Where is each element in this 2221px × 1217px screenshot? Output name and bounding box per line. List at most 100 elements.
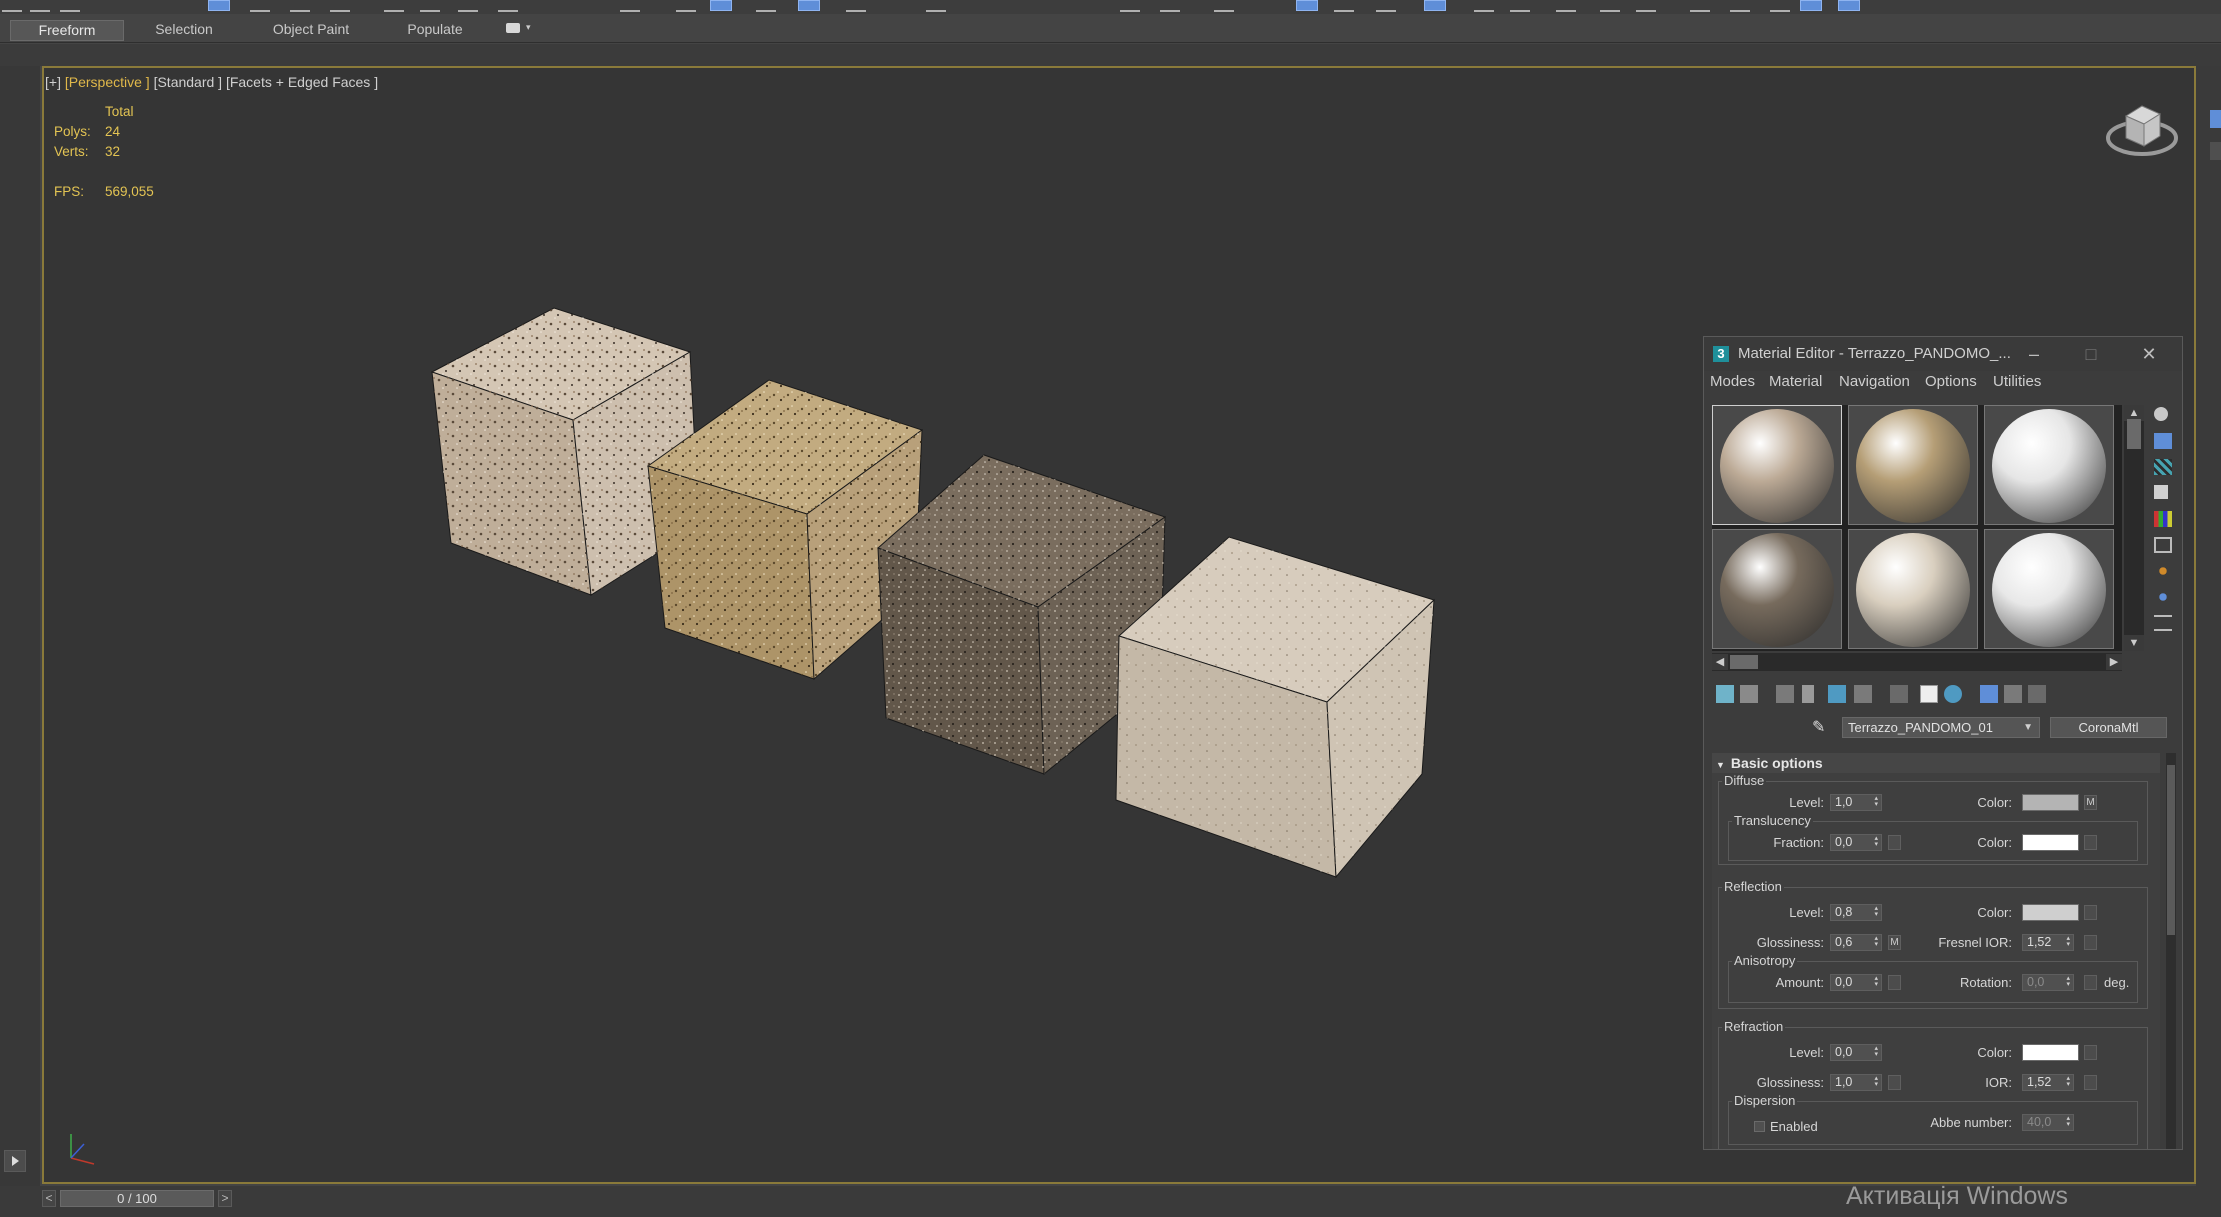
scroll-thumb-horizontal[interactable] — [1730, 655, 1758, 669]
menu-material[interactable]: Material — [1769, 373, 1822, 390]
material-type-button[interactable]: CoronaMtl — [2050, 717, 2167, 738]
background-icon[interactable] — [2154, 459, 2172, 475]
rotate-icon[interactable] — [420, 0, 440, 12]
refraction-ior-spinner[interactable]: 1,52 — [2022, 1074, 2074, 1091]
rollout-header[interactable]: ▼ Basic options — [1712, 753, 2160, 773]
video-color-check-icon[interactable] — [2154, 511, 2172, 527]
viewport-shading-label[interactable]: [Standard ] [Facets + Edged Faces ] — [154, 74, 379, 90]
translucency-fraction-spinner[interactable]: 0,0 — [1830, 834, 1882, 851]
refraction-glossiness-spinner[interactable]: 1,0 — [1830, 1074, 1882, 1091]
corona-render-icon[interactable] — [1556, 0, 1576, 12]
select-by-material-icon[interactable] — [2154, 589, 2172, 605]
assign-to-selection-icon[interactable] — [1776, 685, 1794, 703]
menu-utilities[interactable]: Utilities — [1993, 373, 2041, 390]
translucency-fraction-map-button[interactable] — [1888, 835, 1901, 850]
constraint-xy-icon[interactable] — [1800, 0, 1822, 11]
render-in-cloud-icon[interactable] — [1510, 0, 1530, 12]
sample-type-sphere-icon[interactable] — [2154, 407, 2168, 421]
get-material-icon[interactable] — [1716, 685, 1734, 703]
abbe-number-spinner[interactable]: 40,0 — [2022, 1114, 2074, 1131]
play-icon[interactable] — [4, 1150, 26, 1172]
show-shaded-material-icon[interactable] — [1944, 685, 1962, 703]
close-button[interactable]: ✕ — [2134, 341, 2164, 367]
align-icon[interactable] — [926, 0, 946, 12]
material-id-channel-icon[interactable] — [1920, 685, 1938, 703]
timeline-next-button[interactable]: > — [218, 1190, 232, 1207]
sample-uv-tiling-icon[interactable] — [2154, 485, 2168, 499]
refraction-level-spinner[interactable]: 0,0 — [1830, 1044, 1882, 1061]
diffuse-map-button[interactable]: M — [2084, 795, 2097, 810]
chevron-down-icon[interactable]: ▼ — [2023, 718, 2033, 737]
scale-icon[interactable] — [458, 0, 478, 12]
collapse-triangle-icon[interactable]: ▼ — [1716, 760, 1725, 770]
dispersion-enabled-checkbox[interactable] — [1754, 1121, 1765, 1132]
mirror-icon[interactable] — [846, 0, 866, 12]
viewport-menu-plus[interactable]: [+] — [45, 74, 61, 90]
toggle-scene-explorer-icon[interactable] — [1120, 0, 1140, 12]
fresnel-ior-map-button[interactable] — [2084, 935, 2097, 950]
minimize-button[interactable]: – — [2019, 341, 2049, 367]
eyedropper-icon[interactable]: ✎ — [1812, 717, 1830, 736]
percent-snap-icon[interactable] — [710, 0, 732, 11]
redo-icon[interactable] — [30, 0, 50, 12]
viewcube-icon[interactable] — [2104, 96, 2178, 166]
scroll-right-icon[interactable]: ▶ — [2106, 654, 2122, 670]
sample-slot-3[interactable] — [1984, 405, 2114, 525]
snap-icon[interactable] — [620, 0, 640, 12]
material-name-field[interactable]: Terrazzo_PANDOMO_01 ▼ — [1842, 717, 2040, 738]
select-by-name-icon[interactable] — [250, 0, 270, 12]
place-icon[interactable] — [498, 0, 518, 12]
tab-populate[interactable]: Populate — [394, 20, 476, 39]
diffuse-level-spinner[interactable]: 1,0 — [1830, 794, 1882, 811]
tab-selection[interactable]: Selection — [138, 20, 230, 39]
go-to-parent-icon[interactable] — [2004, 685, 2022, 703]
ribbon-options-icon[interactable] — [506, 23, 520, 33]
anisotropy-amount-spinner[interactable]: 0,0 — [1830, 974, 1882, 991]
window-crossing-icon[interactable] — [330, 0, 350, 12]
menu-navigation[interactable]: Navigation — [1839, 373, 1910, 390]
render-production-icon[interactable] — [1474, 0, 1494, 12]
make-preview-icon[interactable] — [2154, 537, 2172, 553]
curve-editor-icon[interactable] — [1214, 0, 1234, 12]
scroll-left-icon[interactable]: ◀ — [1712, 654, 1728, 670]
selection-region-icon[interactable] — [290, 0, 310, 12]
scroll-down-icon[interactable]: ▼ — [2124, 635, 2144, 651]
corona-framebuffer-icon[interactable] — [1636, 0, 1656, 12]
close-x-icon[interactable] — [1690, 0, 1710, 12]
sample-slot-4[interactable] — [1712, 529, 1842, 649]
tab-freeform[interactable]: Freeform — [10, 20, 124, 41]
material-editor-titlebar[interactable]: 3 Material Editor - Terrazzo_PANDOMO_...… — [1704, 337, 2182, 371]
put-to-library-icon[interactable] — [1890, 685, 1908, 703]
material-editor-icon[interactable] — [1334, 0, 1354, 12]
reflection-color-map-button[interactable] — [2084, 905, 2097, 920]
put-to-scene-icon[interactable] — [1740, 685, 1758, 703]
timeline-prev-button[interactable]: < — [42, 1190, 56, 1207]
sample-slot-2[interactable] — [1848, 405, 1978, 525]
render-setup-icon[interactable] — [1376, 0, 1396, 12]
translucency-color-swatch[interactable] — [2022, 834, 2079, 851]
refraction-glossiness-map-button[interactable] — [1888, 1075, 1901, 1090]
material-map-navigator-icon[interactable] — [2154, 615, 2172, 631]
sample-slot-1[interactable] — [1712, 405, 1842, 525]
spinner-snap-icon[interactable] — [756, 0, 776, 12]
time-slider[interactable]: 0 / 100 — [60, 1190, 214, 1207]
maximize-button[interactable]: □ — [2076, 341, 2106, 367]
copy-material-icon[interactable] — [1828, 685, 1846, 703]
menu-options[interactable]: Options — [1925, 373, 1977, 390]
refraction-color-swatch[interactable] — [2022, 1044, 2079, 1061]
show-end-result-icon[interactable] — [1980, 685, 1998, 703]
constraint-yz-icon[interactable] — [1838, 0, 1860, 11]
select-object-icon[interactable] — [208, 0, 230, 11]
reflection-glossiness-map-button[interactable]: M — [1888, 935, 1901, 950]
corona-interactive-icon[interactable] — [1600, 0, 1620, 12]
scroll-thumb[interactable] — [2127, 419, 2141, 449]
viewport-label[interactable]: [+] [Perspective ] [Standard ] [Facets +… — [45, 74, 378, 90]
diffuse-color-swatch[interactable] — [2022, 794, 2079, 811]
move-icon[interactable] — [384, 0, 404, 12]
reset-map-icon[interactable] — [1802, 685, 1814, 703]
constraint-y-icon[interactable] — [1730, 0, 1750, 12]
reflection-level-spinner[interactable]: 0,8 — [1830, 904, 1882, 921]
options-icon[interactable] — [2154, 563, 2172, 579]
viewport-view-type[interactable]: [Perspective ] — [65, 74, 150, 90]
anisotropy-rotation-spinner[interactable]: 0,0 — [2022, 974, 2074, 991]
